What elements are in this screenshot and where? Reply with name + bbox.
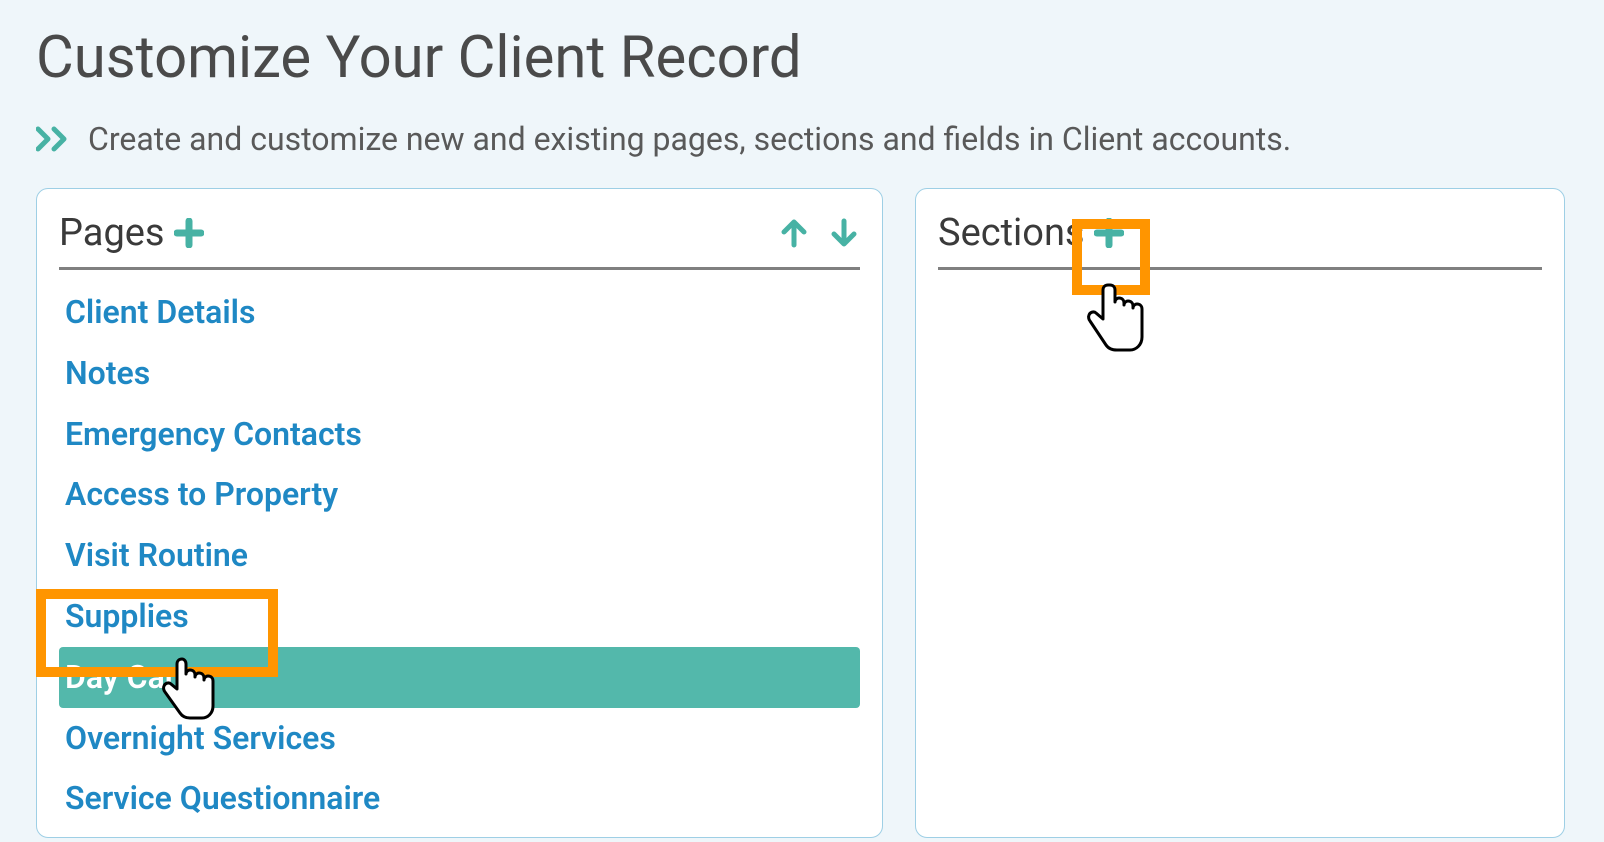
page-item-client-details[interactable]: Client Details: [59, 282, 860, 343]
sections-panel-header: Sections: [938, 211, 1542, 270]
page-item-supplies[interactable]: Supplies: [59, 586, 860, 647]
pages-list: Client Details Notes Emergency Contacts …: [59, 270, 860, 838]
chevrons-icon: [36, 125, 72, 153]
page-item-service-questionnaire[interactable]: Service Questionnaire: [59, 768, 860, 829]
move-up-button[interactable]: [778, 217, 810, 249]
sort-arrows: [778, 217, 860, 249]
page-item-emergency-contacts[interactable]: Emergency Contacts: [59, 404, 860, 465]
page-title: Customize Your Client Record: [0, 0, 1604, 100]
page-description-row: Create and customize new and existing pa…: [0, 100, 1604, 188]
page-item-access-to-property[interactable]: Access to Property: [59, 464, 860, 525]
page-item-contracts-forms[interactable]: Contracts & Forms: [59, 829, 860, 838]
page-item-day-care[interactable]: Day Care: [59, 647, 860, 708]
page-item-overnight-services[interactable]: Overnight Services: [59, 708, 860, 769]
page-item-visit-routine[interactable]: Visit Routine: [59, 525, 860, 586]
sections-panel-title: Sections: [938, 211, 1085, 255]
move-down-button[interactable]: [828, 217, 860, 249]
pages-panel-title: Pages: [59, 211, 165, 255]
page-item-notes[interactable]: Notes: [59, 343, 860, 404]
add-page-button[interactable]: [171, 215, 207, 251]
pages-panel-header: Pages: [59, 211, 860, 270]
page-description: Create and customize new and existing pa…: [88, 120, 1291, 158]
sections-panel: Sections: [915, 188, 1565, 838]
pages-panel: Pages Client D: [36, 188, 883, 838]
add-section-button[interactable]: [1091, 215, 1127, 251]
